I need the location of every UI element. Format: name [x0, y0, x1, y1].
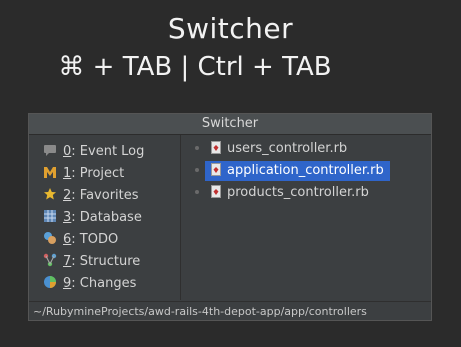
ruby-file-icon: [211, 185, 221, 198]
tool-item-database[interactable]: 3: Database: [43, 207, 142, 229]
file-name: products_controller.rb: [227, 185, 369, 200]
favorites-icon: [43, 187, 57, 201]
tool-item-favorites[interactable]: 2: Favorites: [43, 185, 139, 207]
tool-item-label: : TODO: [71, 232, 119, 247]
file-item-products-controller[interactable]: products_controller.rb: [205, 183, 375, 203]
bullet-icon: [195, 168, 199, 172]
event-log-icon: [43, 143, 57, 157]
file-list: users_controller.rb application_controll…: [181, 135, 431, 300]
ruby-file-icon: [211, 163, 221, 176]
structure-icon: [43, 253, 57, 267]
bullet-icon: [195, 190, 199, 194]
switcher-title: Switcher: [29, 114, 431, 135]
bullet-icon: [195, 146, 199, 150]
tool-item-changes[interactable]: 9: Changes: [43, 273, 136, 295]
slide-title: Switcher: [167, 12, 294, 45]
tool-item-label: : Changes: [71, 276, 137, 291]
tool-item-label: : Project: [71, 166, 125, 181]
tool-item-label: : Event Log: [71, 144, 145, 159]
tool-item-todo[interactable]: 6: TODO: [43, 229, 118, 251]
file-item-users-controller[interactable]: users_controller.rb: [205, 139, 353, 159]
tool-item-label: : Database: [71, 210, 142, 225]
tool-item-project[interactable]: 1: Project: [43, 163, 124, 185]
file-name: users_controller.rb: [227, 141, 348, 156]
tool-window-list: 0: Event Log 1: Project 2: Favorites 3: …: [29, 135, 181, 300]
slide-shortcut: ⌘ + TAB | Ctrl + TAB: [58, 52, 332, 82]
project-icon: [43, 165, 57, 179]
todo-icon: [43, 231, 57, 245]
file-name: application_controller.rb: [227, 163, 384, 178]
ruby-file-icon: [211, 141, 221, 154]
tool-item-label: : Favorites: [71, 188, 139, 203]
switcher-popup: Switcher 0: Event Log 1: Project 2: Favo…: [28, 113, 432, 321]
tool-item-event-log[interactable]: 0: Event Log: [43, 141, 144, 163]
database-icon: [43, 209, 57, 223]
path-bar: ~/RubymineProjects/awd-rails-4th-depot-a…: [29, 301, 431, 320]
file-item-application-controller[interactable]: application_controller.rb: [205, 161, 390, 181]
tool-item-label: : Structure: [71, 254, 141, 269]
changes-icon: [43, 275, 57, 289]
tool-item-structure[interactable]: 7: Structure: [43, 251, 140, 273]
